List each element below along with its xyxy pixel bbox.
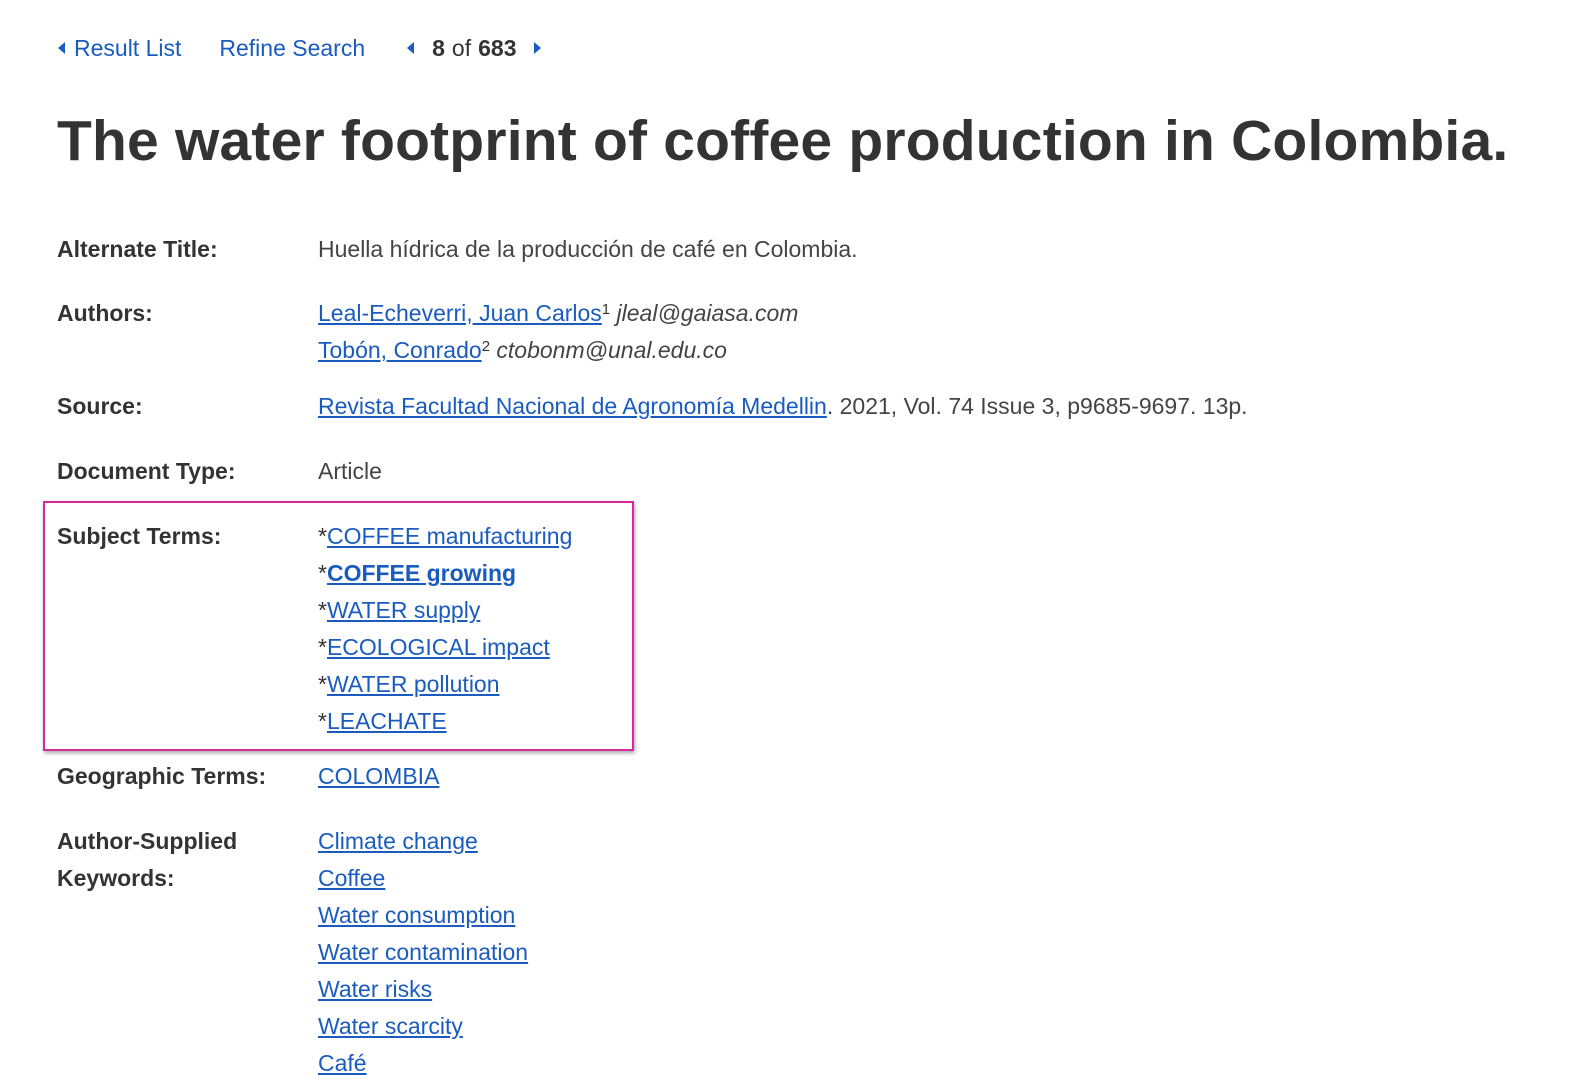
author-link[interactable]: Leal-Echeverri, Juan Carlos bbox=[318, 300, 602, 326]
keyword-link[interactable]: Water consumption bbox=[318, 902, 515, 928]
subject-term-link[interactable]: WATER supply bbox=[327, 597, 480, 623]
author-email: jleal@gaiasa.com bbox=[616, 300, 799, 326]
document-type-label: Document Type: bbox=[57, 458, 236, 484]
next-record-icon[interactable] bbox=[534, 42, 542, 54]
author-affiliation: 1 bbox=[601, 301, 611, 318]
subject-term: *WATER supply bbox=[318, 592, 572, 629]
author-keywords-label-line1: Author-Supplied bbox=[57, 828, 238, 854]
geographic-term-link[interactable]: COLOMBIA bbox=[318, 763, 439, 789]
total-records-number: 683 bbox=[478, 34, 517, 61]
keyword-item: Coffee bbox=[318, 860, 528, 897]
author-entry: Tobón, Conrado2 ctobonm@unal.edu.co bbox=[318, 332, 798, 369]
major-subject-marker: * bbox=[318, 597, 327, 623]
keyword-link[interactable]: Water contamination bbox=[318, 939, 528, 965]
source-value: Revista Facultad Nacional de Agronomía M… bbox=[318, 388, 1248, 425]
current-record-number: 8 bbox=[432, 34, 445, 61]
result-list-link[interactable]: Result List bbox=[58, 35, 181, 62]
keyword-item: Water contamination bbox=[318, 934, 528, 971]
author-link[interactable]: Tobón, Conrado bbox=[318, 337, 482, 363]
subject-terms-label: Subject Terms: bbox=[57, 523, 222, 549]
author-entry: Leal-Echeverri, Juan Carlos1 jleal@gaias… bbox=[318, 295, 798, 332]
author-email: ctobonm@unal.edu.co bbox=[496, 337, 727, 363]
keyword-link[interactable]: Coffee bbox=[318, 865, 385, 891]
subject-term: *WATER pollution bbox=[318, 666, 572, 703]
keyword-item: Café bbox=[318, 1045, 528, 1082]
source-label: Source: bbox=[57, 393, 143, 419]
major-subject-marker: * bbox=[318, 560, 327, 586]
keyword-link[interactable]: Climate change bbox=[318, 828, 478, 854]
record-pager: 8 of 683 bbox=[407, 34, 542, 62]
geographic-terms-label: Geographic Terms: bbox=[57, 763, 267, 789]
keyword-item: Climate change bbox=[318, 823, 528, 860]
keyword-link[interactable]: Water scarcity bbox=[318, 1013, 463, 1039]
document-type-value: Article bbox=[318, 458, 382, 484]
author-keywords-list: Climate change Coffee Water consumption … bbox=[318, 823, 528, 1082]
source-details: . 2021, Vol. 74 Issue 3, p9685-9697. 13p… bbox=[826, 393, 1248, 419]
alternate-title-label: Alternate Title: bbox=[57, 236, 218, 262]
author-keywords-label-line2: Keywords: bbox=[57, 865, 175, 891]
subject-terms-list: *COFFEE manufacturing *COFFEE growing *W… bbox=[318, 518, 572, 740]
subject-term-link[interactable]: LEACHATE bbox=[327, 708, 447, 734]
subject-term: *LEACHATE bbox=[318, 703, 572, 740]
source-journal-link[interactable]: Revista Facultad Nacional de Agronomía M… bbox=[318, 393, 827, 419]
author-keywords-label: Author-Supplied Keywords: bbox=[57, 823, 237, 897]
alternate-title-value: Huella hídrica de la producción de café … bbox=[318, 236, 858, 262]
keyword-link[interactable]: Café bbox=[318, 1050, 367, 1076]
subject-term-link[interactable]: COFFEE manufacturing bbox=[327, 523, 572, 549]
major-subject-marker: * bbox=[318, 634, 327, 660]
result-navigation: Result List Refine Search 8 of 683 bbox=[58, 33, 542, 63]
pager-of-label: of bbox=[451, 34, 472, 61]
authors-value: Leal-Echeverri, Juan Carlos1 jleal@gaias… bbox=[318, 295, 798, 369]
keyword-item: Water consumption bbox=[318, 897, 528, 934]
caret-left-icon bbox=[58, 42, 65, 54]
geographic-terms-value: COLOMBIA bbox=[318, 758, 439, 795]
major-subject-marker: * bbox=[318, 671, 327, 697]
subject-term-link[interactable]: COFFEE growing bbox=[327, 560, 516, 586]
major-subject-marker: * bbox=[318, 523, 327, 549]
keyword-item: Water scarcity bbox=[318, 1008, 528, 1045]
authors-label: Authors: bbox=[57, 300, 153, 326]
result-list-label[interactable]: Result List bbox=[74, 35, 181, 62]
keyword-item: Water risks bbox=[318, 971, 528, 1008]
previous-record-icon[interactable] bbox=[407, 42, 415, 54]
record-title: The water footprint of coffee production… bbox=[57, 109, 1509, 173]
subject-term: *COFFEE growing bbox=[318, 555, 572, 592]
refine-search-link[interactable]: Refine Search bbox=[219, 35, 365, 62]
subject-term-link[interactable]: ECOLOGICAL impact bbox=[327, 634, 550, 660]
subject-term: *ECOLOGICAL impact bbox=[318, 629, 572, 666]
subject-term: *COFFEE manufacturing bbox=[318, 518, 572, 555]
author-affiliation: 2 bbox=[481, 338, 491, 355]
keyword-link[interactable]: Water risks bbox=[318, 976, 432, 1002]
major-subject-marker: * bbox=[318, 708, 327, 734]
subject-term-link[interactable]: WATER pollution bbox=[327, 671, 500, 697]
